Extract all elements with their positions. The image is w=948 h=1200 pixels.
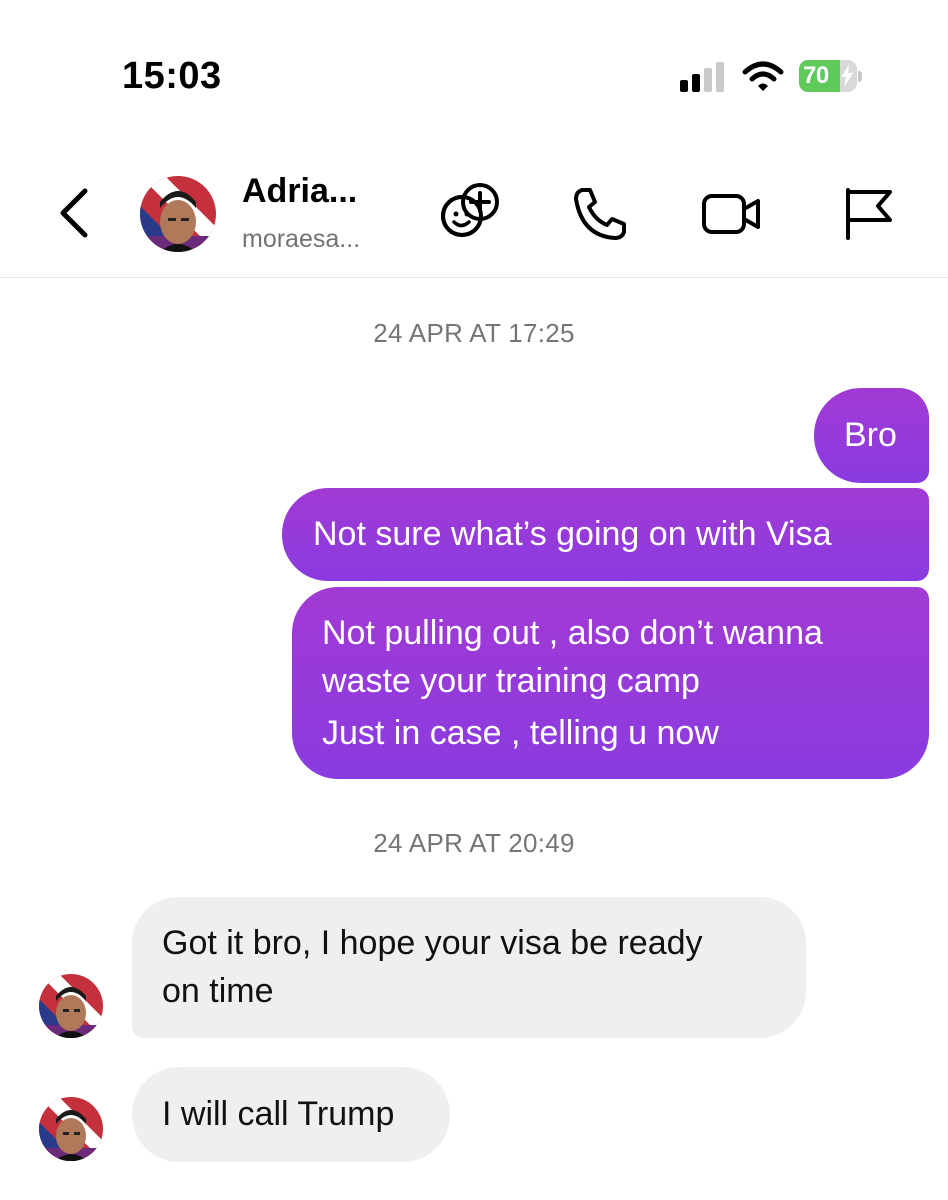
sent-message[interactable]: Bro [814,388,929,483]
header-divider [0,277,948,278]
received-message[interactable]: Got it bro, I hope your visa be ready on… [132,897,806,1038]
message-line: Got it bro, I hope your visa be ready [162,924,703,962]
message-line: I will call Trump [162,1095,395,1133]
message-timestamp: 24 APR AT 17:25 [373,318,575,348]
sent-message[interactable]: Not sure what’s going on with Visa [282,488,929,581]
avatar[interactable] [38,1096,104,1162]
flag-icon[interactable] [838,182,902,246]
phone-icon[interactable] [568,182,632,246]
contact-username[interactable]: moraesa... [242,225,360,254]
message-line: on time [162,972,274,1010]
signal-icon [680,62,724,92]
status-time: 15:03 [122,55,222,97]
message-line: Bro [844,416,897,454]
add-effects-icon[interactable] [440,180,504,244]
back-chevron-icon[interactable] [55,185,95,241]
message-line: Not pulling out , also don’t wanna [322,614,823,652]
contact-name[interactable]: Adria... [242,172,357,211]
battery-level: 70 [803,62,829,89]
message-line: Just in case , telling u now [322,714,719,752]
avatar[interactable] [138,174,218,254]
message-timestamp: 24 APR AT 20:49 [373,828,575,858]
battery-charging-icon: 70 [799,60,863,94]
message-line: waste your training camp [322,662,700,700]
wifi-icon [742,61,784,91]
received-message[interactable]: I will call Trump [132,1067,450,1162]
charging-bolt-icon [841,65,853,87]
video-camera-icon[interactable] [700,182,764,246]
message-line: Not sure what’s going on with Visa [313,515,832,553]
sent-message[interactable]: Not pulling out , also don’t wanna waste… [292,587,929,779]
avatar[interactable] [38,973,104,1039]
